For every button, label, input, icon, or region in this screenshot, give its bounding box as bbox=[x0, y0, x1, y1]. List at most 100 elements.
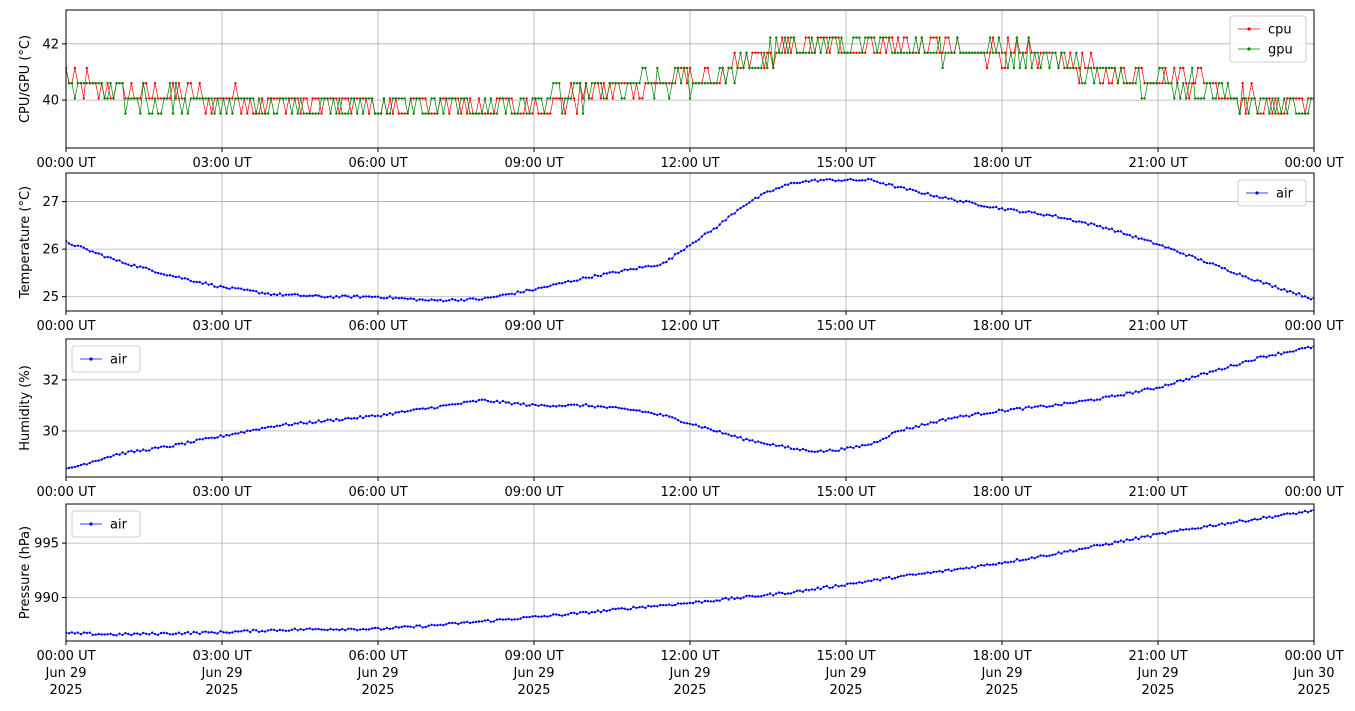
data-point-gpu bbox=[1283, 97, 1286, 100]
data-point-gpu bbox=[272, 112, 276, 115]
x-tick-label: 00:00 UT bbox=[1284, 485, 1343, 500]
x-tick-label: 00:00 UT bbox=[1284, 156, 1343, 171]
data-point-air bbox=[335, 628, 338, 631]
data-point-air bbox=[1303, 346, 1307, 350]
data-point-cpu bbox=[569, 82, 573, 85]
data-point-air bbox=[837, 179, 840, 182]
data-point-gpu bbox=[798, 51, 802, 54]
data-point-cpu bbox=[914, 51, 917, 54]
data-point-air bbox=[156, 446, 160, 450]
data-point-air bbox=[115, 452, 118, 456]
data-point-air bbox=[201, 438, 204, 441]
data-point-gpu bbox=[495, 112, 499, 115]
data-point-air bbox=[1087, 398, 1090, 402]
data-point-gpu bbox=[852, 36, 855, 39]
data-point-cpu bbox=[760, 51, 763, 54]
data-point-air bbox=[1084, 221, 1087, 224]
data-point-cpu bbox=[997, 51, 1001, 54]
data-point-air bbox=[231, 433, 234, 436]
data-point-air bbox=[480, 298, 484, 301]
data-point-air bbox=[902, 574, 906, 577]
data-point-air bbox=[317, 419, 320, 422]
data-point-air bbox=[1084, 399, 1087, 402]
data-point-air bbox=[463, 400, 466, 404]
data-point-air bbox=[498, 401, 501, 404]
data-point-cpu bbox=[213, 97, 216, 100]
data-point-gpu bbox=[457, 112, 460, 115]
data-point-air bbox=[810, 179, 813, 182]
data-point-cpu bbox=[159, 97, 163, 100]
data-point-air bbox=[1155, 386, 1158, 390]
data-point-air bbox=[819, 178, 822, 182]
data-point-air bbox=[269, 425, 273, 428]
data-point-air bbox=[935, 421, 938, 424]
data-point-air bbox=[950, 569, 953, 573]
data-point-cpu bbox=[246, 112, 249, 115]
data-point-cpu bbox=[522, 112, 525, 115]
data-point-air bbox=[189, 632, 192, 636]
data-point-cpu bbox=[1247, 97, 1250, 100]
data-point-air bbox=[1283, 351, 1286, 354]
data-point-gpu bbox=[575, 82, 579, 85]
y-tick-label: 30 bbox=[42, 425, 59, 440]
data-point-gpu bbox=[1244, 97, 1247, 100]
data-point-air bbox=[424, 625, 427, 629]
data-point-air bbox=[745, 437, 748, 441]
data-point-cpu bbox=[819, 36, 822, 39]
data-point-air bbox=[1289, 350, 1292, 353]
data-point-gpu bbox=[1256, 112, 1259, 115]
data-point-air bbox=[656, 605, 659, 608]
data-point-cpu bbox=[397, 112, 400, 115]
data-point-air bbox=[67, 466, 71, 470]
data-point-gpu bbox=[1084, 82, 1087, 85]
data-point-gpu bbox=[451, 97, 454, 100]
x-tick-label: 09:00 UT bbox=[504, 156, 563, 171]
data-point-air bbox=[629, 267, 632, 271]
data-point-gpu bbox=[831, 36, 834, 39]
data-point-gpu bbox=[88, 82, 92, 85]
data-point-air bbox=[76, 631, 80, 634]
data-point-air bbox=[436, 406, 439, 409]
data-point-air bbox=[555, 405, 558, 408]
data-point-gpu bbox=[1060, 51, 1063, 54]
data-point-air bbox=[991, 563, 995, 566]
data-point-air bbox=[275, 424, 279, 427]
data-point-gpu bbox=[168, 82, 172, 85]
data-point-gpu bbox=[870, 36, 873, 39]
data-point-air bbox=[1110, 394, 1114, 397]
data-point-cpu bbox=[1214, 82, 1218, 85]
data-point-air bbox=[1247, 520, 1250, 523]
data-point-air bbox=[849, 582, 852, 585]
data-point-air bbox=[115, 259, 118, 262]
data-point-cpu bbox=[1110, 82, 1114, 85]
data-point-air bbox=[489, 296, 493, 299]
data-point-air bbox=[483, 398, 487, 401]
data-point-air bbox=[1012, 560, 1016, 563]
data-point-gpu bbox=[941, 66, 944, 70]
data-point-air bbox=[180, 442, 184, 445]
data-point-air bbox=[133, 632, 136, 635]
data-point-air bbox=[1051, 404, 1054, 408]
data-point-air bbox=[673, 603, 677, 607]
data-point-air bbox=[195, 631, 198, 634]
data-point-air bbox=[858, 581, 861, 584]
data-point-air bbox=[1027, 557, 1030, 561]
data-point-air bbox=[965, 199, 968, 203]
data-point-gpu bbox=[308, 112, 311, 115]
data-point-air bbox=[338, 628, 341, 632]
data-point-air bbox=[1072, 401, 1075, 405]
data-point-air bbox=[332, 628, 335, 631]
data-point-gpu bbox=[697, 82, 701, 85]
data-point-cpu bbox=[510, 97, 513, 100]
x-tick-date-label: Jun 29 bbox=[513, 666, 555, 681]
data-point-air bbox=[569, 280, 573, 283]
data-point-cpu bbox=[1089, 51, 1093, 54]
data-point-air bbox=[272, 293, 276, 296]
data-point-cpu bbox=[1140, 66, 1143, 70]
data-point-air bbox=[1268, 515, 1271, 518]
data-point-gpu bbox=[1196, 97, 1200, 100]
data-point-gpu bbox=[412, 112, 415, 115]
data-point-air bbox=[887, 575, 891, 579]
data-point-air bbox=[1128, 233, 1132, 237]
data-point-gpu bbox=[974, 51, 977, 54]
